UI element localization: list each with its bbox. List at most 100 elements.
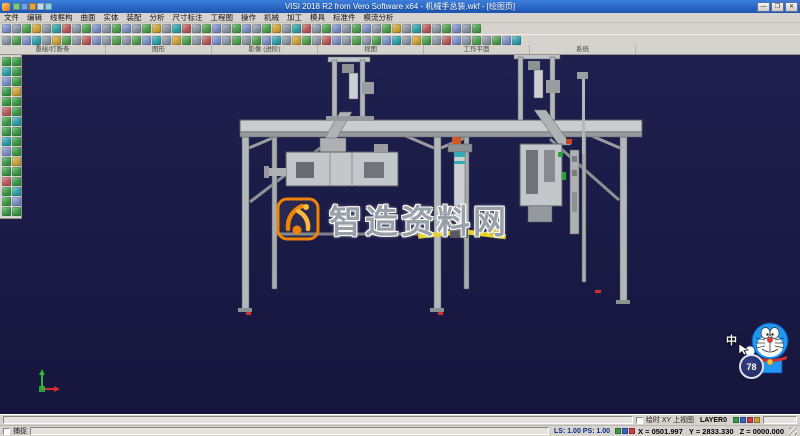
toolbar-icon[interactable] <box>32 24 41 33</box>
toolbar-icon[interactable] <box>92 24 101 33</box>
toolbar-icon[interactable] <box>12 167 21 176</box>
menu-item[interactable]: 机械 <box>260 13 283 23</box>
toolbar-icon[interactable] <box>442 36 451 45</box>
toolbar-icon[interactable] <box>422 36 431 45</box>
toolbar-icon[interactable] <box>462 36 471 45</box>
toolbar-icon[interactable] <box>272 24 281 33</box>
toolbar-icon[interactable] <box>372 36 381 45</box>
toolbar-icon[interactable] <box>12 24 21 33</box>
toolbar-icon[interactable] <box>12 157 21 166</box>
toolbar-icon[interactable] <box>412 24 421 33</box>
color-chip[interactable] <box>629 428 635 434</box>
menu-item[interactable]: 加工 <box>283 13 306 23</box>
toolbar-icon[interactable] <box>12 207 21 216</box>
toolbar-icon[interactable] <box>242 36 251 45</box>
color-chip[interactable] <box>622 428 628 434</box>
toolbar-icon[interactable] <box>512 36 521 45</box>
toolbar-icon[interactable] <box>162 24 171 33</box>
toolbar-icon[interactable] <box>142 24 151 33</box>
toolbar-icon[interactable] <box>12 177 21 186</box>
toolbar-icon[interactable] <box>352 36 361 45</box>
toolbar-icon[interactable] <box>192 24 201 33</box>
toolbar-icon[interactable] <box>2 167 11 176</box>
toolbar-icon[interactable] <box>2 117 11 126</box>
color-chip[interactable] <box>733 417 739 423</box>
toolbar-icon[interactable] <box>62 24 71 33</box>
toolbar-icon[interactable] <box>432 36 441 45</box>
minimize-button[interactable]: — <box>757 2 770 12</box>
toolbar-icon[interactable] <box>222 24 231 33</box>
toolbar-icon[interactable] <box>22 36 31 45</box>
toolbar-icon[interactable] <box>382 36 391 45</box>
toolbar-icon[interactable] <box>282 24 291 33</box>
toolbar-icon[interactable] <box>2 77 11 86</box>
toolbar-icon[interactable] <box>2 187 11 196</box>
scale-indicator[interactable]: LS: 1.00 PS: 1.00 <box>552 428 612 435</box>
toolbar-icon[interactable] <box>2 147 11 156</box>
toolbar-icon[interactable] <box>132 24 141 33</box>
toolbar-icon[interactable] <box>392 36 401 45</box>
close-button[interactable]: ✕ <box>785 2 798 12</box>
toolbar-icon[interactable] <box>312 24 321 33</box>
toolbar-icon[interactable] <box>212 24 221 33</box>
toolbar-icon[interactable] <box>2 97 11 106</box>
toolbar-icon[interactable] <box>322 36 331 45</box>
toolbar-icon[interactable] <box>2 177 11 186</box>
toolbar-icon[interactable] <box>382 24 391 33</box>
toolbar-icon[interactable] <box>112 36 121 45</box>
toolbar-icon[interactable] <box>12 77 21 86</box>
toolbar-icon[interactable] <box>92 36 101 45</box>
toolbar-icon[interactable] <box>12 137 21 146</box>
toolbar-icon[interactable] <box>72 36 81 45</box>
menu-item[interactable]: 线框构 <box>46 13 77 23</box>
toolbar-icon[interactable] <box>292 24 301 33</box>
toolbar-icon[interactable] <box>192 36 201 45</box>
toolbar-icon[interactable] <box>232 24 241 33</box>
toolbar-icon[interactable] <box>22 24 31 33</box>
toolbar-icon[interactable] <box>452 36 461 45</box>
maximize-button[interactable]: ❐ <box>771 2 784 12</box>
toolbar-icon[interactable] <box>302 24 311 33</box>
toolbar-icon[interactable] <box>122 24 131 33</box>
quick-access-icon[interactable] <box>45 3 52 10</box>
toolbar-icon[interactable] <box>252 24 261 33</box>
toolbar-icon[interactable] <box>12 197 21 206</box>
toolbar-icon[interactable] <box>252 36 261 45</box>
toolbar-icon[interactable] <box>82 24 91 33</box>
toolbar-icon[interactable] <box>202 36 211 45</box>
toolbar-icon[interactable] <box>2 157 11 166</box>
toolbar-icon[interactable] <box>402 24 411 33</box>
toolbar-icon[interactable] <box>2 197 11 206</box>
toolbar-icon[interactable] <box>492 36 501 45</box>
toolbar-icon[interactable] <box>242 24 251 33</box>
toolbar-icon[interactable] <box>12 147 21 156</box>
toolbar-icon[interactable] <box>342 24 351 33</box>
toolbar-icon[interactable] <box>342 36 351 45</box>
menu-item[interactable]: 分析 <box>146 13 169 23</box>
toolbar-icon[interactable] <box>272 36 281 45</box>
toolbar-icon[interactable] <box>472 36 481 45</box>
menu-item[interactable]: 标准件 <box>329 13 360 23</box>
toolbar-icon[interactable] <box>462 24 471 33</box>
toolbar-icon[interactable] <box>52 24 61 33</box>
toolbar-icon[interactable] <box>362 36 371 45</box>
toolbar-icon[interactable] <box>162 36 171 45</box>
toolbar-icon[interactable] <box>172 36 181 45</box>
resize-grip[interactable] <box>789 427 797 435</box>
menu-item[interactable]: 操作 <box>237 13 260 23</box>
toolbar-icon[interactable] <box>152 24 161 33</box>
toolbar-icon[interactable] <box>72 24 81 33</box>
toolbar-icon[interactable] <box>292 36 301 45</box>
toolbar-icon[interactable] <box>212 36 221 45</box>
toolbar-icon[interactable] <box>442 24 451 33</box>
toolbar-icon[interactable] <box>102 36 111 45</box>
toolbar-icon[interactable] <box>152 36 161 45</box>
toolbar-icon[interactable] <box>12 117 21 126</box>
toolbar-icon[interactable] <box>332 24 341 33</box>
menu-item[interactable]: 装配 <box>123 13 146 23</box>
toolbar-icon[interactable] <box>412 36 421 45</box>
toolbar-icon[interactable] <box>12 57 21 66</box>
toolbar-icon[interactable] <box>372 24 381 33</box>
toolbar-icon[interactable] <box>42 24 51 33</box>
toolbar-icon[interactable] <box>12 127 21 136</box>
